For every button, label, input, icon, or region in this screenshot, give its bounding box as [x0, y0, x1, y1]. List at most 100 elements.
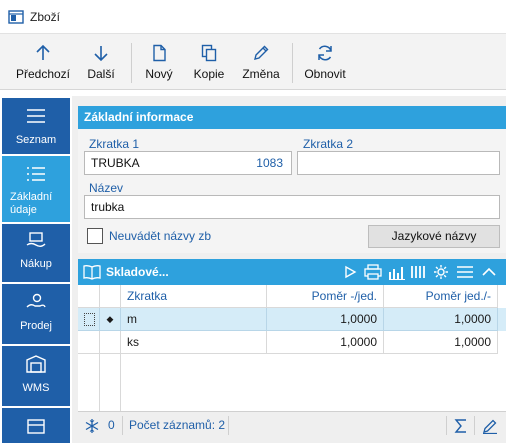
cell-zkratka: m [121, 308, 267, 331]
warehouse-icon [26, 355, 46, 373]
printer-icon [364, 264, 382, 280]
menu-button[interactable] [454, 259, 476, 285]
pencil-icon[interactable] [482, 418, 498, 434]
language-names-button[interactable]: Jazykové názvy [368, 225, 500, 248]
row-marker: ◆ [100, 308, 121, 331]
status-bar: 0 Počet záznamů: 2 [78, 411, 506, 438]
chart-button[interactable] [386, 259, 408, 285]
play-button[interactable] [340, 259, 360, 285]
zkratka1-label: Zkratka 1 [89, 137, 140, 151]
sum-icon[interactable] [454, 418, 468, 434]
cell-pomer1: 1,0000 [267, 331, 384, 354]
sales-icon [26, 293, 46, 308]
cell-zkratka: ks [121, 331, 267, 354]
edit-button[interactable]: Změna [238, 34, 284, 91]
sidebar-item-zakladni-udaje[interactable]: Základní údaje [2, 156, 70, 222]
zkratka1-field[interactable]: TRUBKA 1083 [84, 151, 292, 175]
column-header-pomer2[interactable]: Poměr jed./- [384, 285, 498, 308]
new-button[interactable]: Nový [140, 34, 178, 91]
next-button[interactable]: Další [80, 34, 122, 91]
sidebar-item-prodej[interactable]: Prodej [2, 284, 70, 344]
arrow-down-icon [94, 46, 108, 62]
copy-icon [201, 44, 217, 62]
empty-column-indicator [78, 354, 100, 411]
zkratka2-label: Zkratka 2 [303, 137, 354, 151]
refresh-button[interactable]: Obnovit [300, 34, 350, 91]
app-icon [8, 9, 24, 24]
sidebar-item-label: Prodej [20, 320, 52, 332]
header-cell-marker [100, 285, 121, 308]
sidebar-item-more[interactable] [2, 408, 70, 443]
zkratka1-value: TRUBKA [91, 156, 140, 170]
row-marker [100, 331, 121, 354]
pencil-icon [254, 45, 269, 60]
hide-names-label: Neuvádět názvy zb [109, 229, 212, 243]
nazev-label: Název [89, 181, 124, 195]
toolbar: Předchozí Další Nový Kopie Změna Obnovit [0, 33, 506, 90]
toolbar-divider [131, 43, 132, 83]
snowflake-icon[interactable] [84, 418, 100, 434]
toolbar-divider [292, 43, 293, 83]
settings-button[interactable] [430, 259, 452, 285]
row-indicator [78, 331, 100, 354]
status-divider [446, 416, 447, 435]
filter-count: 0 [108, 418, 115, 432]
previous-label: Předchozí [15, 67, 71, 81]
row-indicator [78, 308, 100, 331]
new-document-icon [153, 44, 166, 62]
zkratka1-number: 1083 [256, 156, 283, 170]
sidebar-item-nakup[interactable]: Nákup [2, 224, 70, 282]
sidebar-item-label: Seznam [15, 134, 57, 146]
bar-chart-icon [389, 267, 405, 280]
column-header-pomer1[interactable]: Poměr -/jed. [267, 285, 384, 308]
previous-button[interactable]: Předchozí [8, 34, 78, 91]
hide-names-checkbox[interactable] [87, 228, 103, 244]
column-header-zkratka[interactable]: Zkratka [121, 285, 267, 308]
header-cell-indicator [78, 285, 100, 308]
cell-pomer2: 1,0000 [384, 331, 498, 354]
stock-grid-title: Skladové... [106, 265, 169, 279]
copy-button[interactable]: Kopie [188, 34, 230, 91]
refresh-label: Obnovit [304, 67, 346, 81]
nazev-value: trubka [91, 200, 125, 214]
sidebar-item-label: Nákup [20, 258, 52, 270]
empty-column-marker [100, 354, 121, 411]
stock-grid: Zkratka Poměr -/jed. Poměr jed./- ◆ m 1,… [78, 285, 506, 411]
stock-grid-header: Skladové... [78, 259, 506, 285]
status-divider [122, 416, 123, 435]
print-button[interactable] [362, 259, 384, 285]
arrow-up-icon [36, 44, 50, 60]
sidebar-item-wms[interactable]: WMS [2, 346, 70, 406]
columns-button[interactable] [408, 259, 430, 285]
new-label: Nový [145, 67, 173, 81]
box-icon [27, 419, 45, 434]
table-row[interactable]: ks 1,0000 1,0000 [78, 331, 506, 354]
nazev-field[interactable]: trubka [84, 195, 500, 219]
play-icon [345, 265, 357, 279]
sidebar-item-label: WMS [22, 382, 50, 394]
basic-info-header: Základní informace [78, 106, 506, 129]
window-title: Zboží [30, 9, 61, 24]
row-focus-indicator [84, 313, 95, 326]
columns-icon [411, 266, 425, 278]
sidebar-item-label: Základní údaje [10, 191, 53, 216]
gear-icon [434, 265, 448, 279]
copy-label: Kopie [193, 67, 225, 81]
refresh-icon [318, 45, 332, 61]
next-label: Další [87, 67, 115, 81]
hamburger-icon [457, 266, 473, 278]
title-bar: Zboží [0, 0, 506, 33]
edit-label: Změna [242, 67, 280, 81]
cell-pomer2: 1,0000 [384, 308, 498, 331]
sidebar-item-seznam[interactable]: Seznam [2, 98, 70, 154]
status-divider [474, 416, 475, 435]
details-icon [27, 167, 45, 181]
status-divider [228, 416, 229, 435]
book-icon [83, 265, 101, 280]
list-icon [27, 109, 45, 123]
sidebar: Seznam Základní údaje Nákup Prodej WMS [0, 90, 70, 443]
table-header-row: Zkratka Poměr -/jed. Poměr jed./- [78, 285, 506, 308]
collapse-button[interactable] [478, 259, 500, 285]
zkratka2-field[interactable] [297, 151, 500, 175]
table-row[interactable]: ◆ m 1,0000 1,0000 [78, 308, 506, 331]
